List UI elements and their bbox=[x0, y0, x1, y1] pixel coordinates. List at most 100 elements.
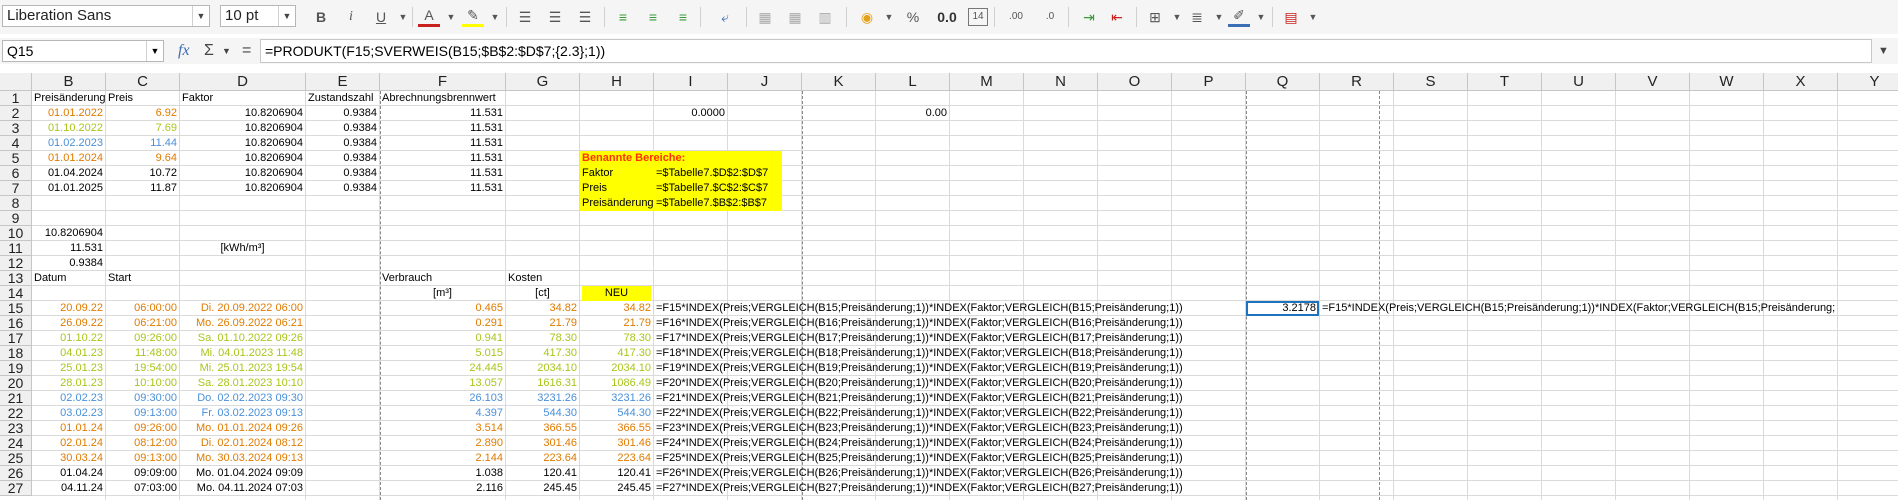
date-icon[interactable]: 14 bbox=[968, 8, 988, 26]
cell-e4[interactable]: 0.9384 bbox=[308, 136, 377, 151]
cell-d16[interactable]: Mo. 26.09.2022 06:21 bbox=[182, 316, 303, 331]
header-f[interactable]: Abrechnungsbrennwert bbox=[382, 91, 503, 106]
cell-e7[interactable]: 0.9384 bbox=[308, 181, 377, 196]
column-header-x[interactable]: X bbox=[1764, 73, 1838, 91]
cell-g15[interactable]: 34.82 bbox=[508, 301, 577, 316]
cell-f20[interactable]: 13.057 bbox=[382, 376, 503, 391]
cell-f24[interactable]: 2.890 bbox=[382, 436, 503, 451]
column-header-y[interactable]: Y bbox=[1838, 73, 1898, 91]
cell-d6[interactable]: 10.8206904 bbox=[182, 166, 303, 181]
row-header-21[interactable]: 21 bbox=[0, 391, 32, 406]
header-d[interactable]: Faktor bbox=[182, 91, 303, 106]
font-name-combo[interactable]: Liberation Sans ▼ bbox=[2, 5, 210, 27]
cell-i26[interactable]: =F26*INDEX(Preis;VERGLEICH(B26;Preisände… bbox=[656, 466, 1231, 481]
cell-d17[interactable]: Sa. 01.10.2022 09:26 bbox=[182, 331, 303, 346]
row-header-18[interactable]: 18 bbox=[0, 346, 32, 361]
insert-row-icon[interactable]: ≡ bbox=[612, 6, 634, 28]
chevron-down-icon[interactable]: ▼ bbox=[484, 6, 506, 28]
row-header-15[interactable]: 15 bbox=[0, 301, 32, 316]
cell-h15[interactable]: 34.82 bbox=[582, 301, 651, 316]
cell-d19[interactable]: Mi. 25.01.2023 19:54 bbox=[182, 361, 303, 376]
row-header-9[interactable]: 9 bbox=[0, 211, 32, 226]
row-header-1[interactable]: 1 bbox=[0, 91, 32, 106]
header-e[interactable]: Zustandszahl bbox=[308, 91, 377, 106]
font-size-combo[interactable]: 10 pt ▼ bbox=[220, 5, 296, 27]
cell-f14[interactable]: [m³] bbox=[382, 286, 503, 301]
merge-cells-icon[interactable]: ▥ bbox=[814, 6, 836, 28]
cell-e5[interactable]: 0.9384 bbox=[308, 151, 377, 166]
chevron-down-icon[interactable]: ▼ bbox=[278, 6, 295, 26]
cell-g19[interactable]: 2034.10 bbox=[508, 361, 577, 376]
cell-b23[interactable]: 01.01.24 bbox=[34, 421, 103, 436]
cell-i19[interactable]: =F19*INDEX(Preis;VERGLEICH(B19;Preisände… bbox=[656, 361, 1231, 376]
cell-d21[interactable]: Do. 02.02.2023 09:30 bbox=[182, 391, 303, 406]
column-header-j[interactable]: J bbox=[728, 73, 802, 91]
column-header-o[interactable]: O bbox=[1098, 73, 1172, 91]
function-wizard-icon[interactable]: fx bbox=[178, 41, 190, 61]
cell-c19[interactable]: 19:54:00 bbox=[108, 361, 177, 376]
cell-i17[interactable]: =F17*INDEX(Preis;VERGLEICH(B17;Preisände… bbox=[656, 331, 1231, 346]
cell-i16[interactable]: =F16*INDEX(Preis;VERGLEICH(B16;Preisände… bbox=[656, 316, 1231, 331]
row-header-16[interactable]: 16 bbox=[0, 316, 32, 331]
cell-i20[interactable]: =F20*INDEX(Preis;VERGLEICH(B20;Preisände… bbox=[656, 376, 1231, 391]
column-header-f[interactable]: F bbox=[380, 73, 506, 91]
cell-g25[interactable]: 223.64 bbox=[508, 451, 577, 466]
cell-b27[interactable]: 04.11.24 bbox=[34, 481, 103, 496]
cell-c18[interactable]: 11:48:00 bbox=[108, 346, 177, 361]
cell-d26[interactable]: Mo. 01.04.2024 09:09 bbox=[182, 466, 303, 481]
cell-d27[interactable]: Mo. 04.11.2024 07:03 bbox=[182, 481, 303, 496]
cell-b7[interactable]: 01.01.2025 bbox=[34, 181, 103, 196]
insert-cells-icon[interactable]: ≡ bbox=[672, 6, 694, 28]
cell-i18[interactable]: =F18*INDEX(Preis;VERGLEICH(B18;Preisände… bbox=[656, 346, 1231, 361]
cell-g26[interactable]: 120.41 bbox=[508, 466, 577, 481]
cell-f19[interactable]: 24.445 bbox=[382, 361, 503, 376]
row-header-2[interactable]: 2 bbox=[0, 106, 32, 121]
cell-i27[interactable]: =F27*INDEX(Preis;VERGLEICH(B27;Preisände… bbox=[656, 481, 1231, 496]
cell-f4[interactable]: 11.531 bbox=[382, 136, 503, 151]
cell-b13[interactable]: Datum bbox=[34, 271, 103, 286]
cell-c23[interactable]: 09:26:00 bbox=[108, 421, 177, 436]
cell-d4[interactable]: 10.8206904 bbox=[182, 136, 303, 151]
cell-b4[interactable]: 01.02.2023 bbox=[34, 136, 103, 151]
named-range-name[interactable]: Faktor bbox=[582, 166, 613, 181]
cell-g13[interactable]: Kosten bbox=[508, 271, 577, 286]
italic-icon[interactable]: i bbox=[340, 6, 362, 28]
cell-f5[interactable]: 11.531 bbox=[382, 151, 503, 166]
outdent-icon[interactable]: ⇤ bbox=[1106, 6, 1128, 28]
cell-f17[interactable]: 0.941 bbox=[382, 331, 503, 346]
borders-icon[interactable]: ⊞ bbox=[1144, 6, 1166, 28]
row-header-27[interactable]: 27 bbox=[0, 481, 32, 496]
chevron-down-icon[interactable]: ▼ bbox=[1208, 6, 1230, 28]
header-c[interactable]: Preis bbox=[108, 91, 177, 106]
cell-f25[interactable]: 2.144 bbox=[382, 451, 503, 466]
chevron-down-icon[interactable]: ▼ bbox=[878, 6, 900, 28]
cell-f6[interactable]: 11.531 bbox=[382, 166, 503, 181]
named-range-ref[interactable]: =$Tabelle7.$D$2:$D$7 bbox=[656, 166, 768, 181]
row-header-24[interactable]: 24 bbox=[0, 436, 32, 451]
column-header-d[interactable]: D bbox=[180, 73, 306, 91]
cell-g22[interactable]: 544.30 bbox=[508, 406, 577, 421]
cell-b18[interactable]: 04.01.23 bbox=[34, 346, 103, 361]
cell-h19[interactable]: 2034.10 bbox=[582, 361, 651, 376]
row-header-17[interactable]: 17 bbox=[0, 331, 32, 346]
wrap-icon[interactable]: ⤶ bbox=[714, 6, 736, 28]
cell-c25[interactable]: 09:13:00 bbox=[108, 451, 177, 466]
chevron-down-icon[interactable]: ▼ bbox=[440, 6, 462, 28]
cell-g18[interactable]: 417.30 bbox=[508, 346, 577, 361]
cell-h26[interactable]: 120.41 bbox=[582, 466, 651, 481]
border-color-icon[interactable]: ✐ bbox=[1228, 6, 1250, 27]
conditional-icon[interactable]: ▤ bbox=[1280, 6, 1302, 28]
cell-b15[interactable]: 20.09.22 bbox=[34, 301, 103, 316]
chevron-down-icon[interactable]: ▼ bbox=[192, 6, 209, 26]
cell-c3[interactable]: 7.69 bbox=[108, 121, 177, 136]
column-header-n[interactable]: N bbox=[1024, 73, 1098, 91]
formula-input[interactable]: =PRODUKT(F15;SVERWEIS(B15;$B$2:$D$7;{2.3… bbox=[260, 39, 1872, 63]
formula-icon[interactable]: = bbox=[242, 41, 251, 61]
cell-i24[interactable]: =F24*INDEX(Preis;VERGLEICH(B24;Preisände… bbox=[656, 436, 1231, 451]
cell-l2[interactable]: 0.00 bbox=[878, 106, 947, 121]
column-header-t[interactable]: T bbox=[1468, 73, 1542, 91]
insert-column-icon[interactable]: ≡ bbox=[642, 6, 664, 28]
cell-i25[interactable]: =F25*INDEX(Preis;VERGLEICH(B25;Preisände… bbox=[656, 451, 1231, 466]
underline-icon[interactable]: U bbox=[370, 6, 392, 28]
cell-b16[interactable]: 26.09.22 bbox=[34, 316, 103, 331]
